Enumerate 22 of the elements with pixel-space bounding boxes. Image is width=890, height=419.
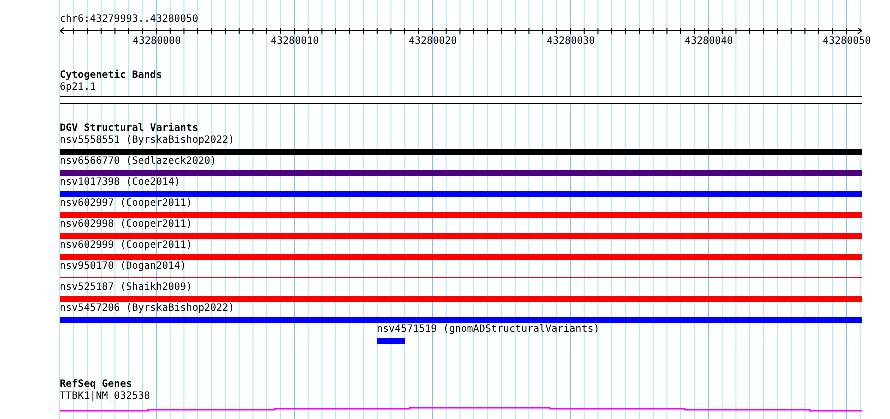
ruler-tick-label: 43280050 [823, 36, 872, 48]
feature-label: nsv602999 (Cooper2011) [60, 240, 194, 252]
location-range: chr6:43279993..43280050 [60, 14, 200, 26]
ruler-tick-label: 43280010 [271, 36, 320, 48]
feature-label: nsv525187 (Shaikh2009) [60, 282, 194, 294]
feature-label: 6p21.1 [60, 82, 98, 94]
feature-label: nsv602998 (Cooper2011) [60, 219, 194, 231]
track-title: Cytogenetic Bands [60, 70, 164, 82]
feature-label: nsv5457206 (ByrskaBishop2022) [60, 303, 236, 315]
track-title: RefSeq Genes [60, 379, 134, 391]
ruler-tick-label: 43280000 [133, 36, 182, 48]
feature-label: TTBK1|NM_032538 [60, 391, 152, 403]
feature-label: nsv1017398 (Coe2014) [60, 177, 182, 189]
feature-label: nsv602997 (Cooper2011) [60, 198, 194, 210]
track-title: DGV Structural Variants [60, 123, 200, 135]
ruler-tick-label: 43280040 [685, 36, 734, 48]
feature-label: nsv950170 (Dogan2014) [60, 261, 188, 273]
ruler-tick-label: 43280020 [409, 36, 458, 48]
feature-label: nsv6566770 (Sedlazeck2020) [60, 156, 218, 168]
feature-label: nsv5558551 (ByrskaBishop2022) [60, 135, 236, 147]
ruler-tick-label: 43280030 [547, 36, 596, 48]
feature-label: nsv4571519 (gnomADStructuralVariants) [377, 324, 601, 336]
